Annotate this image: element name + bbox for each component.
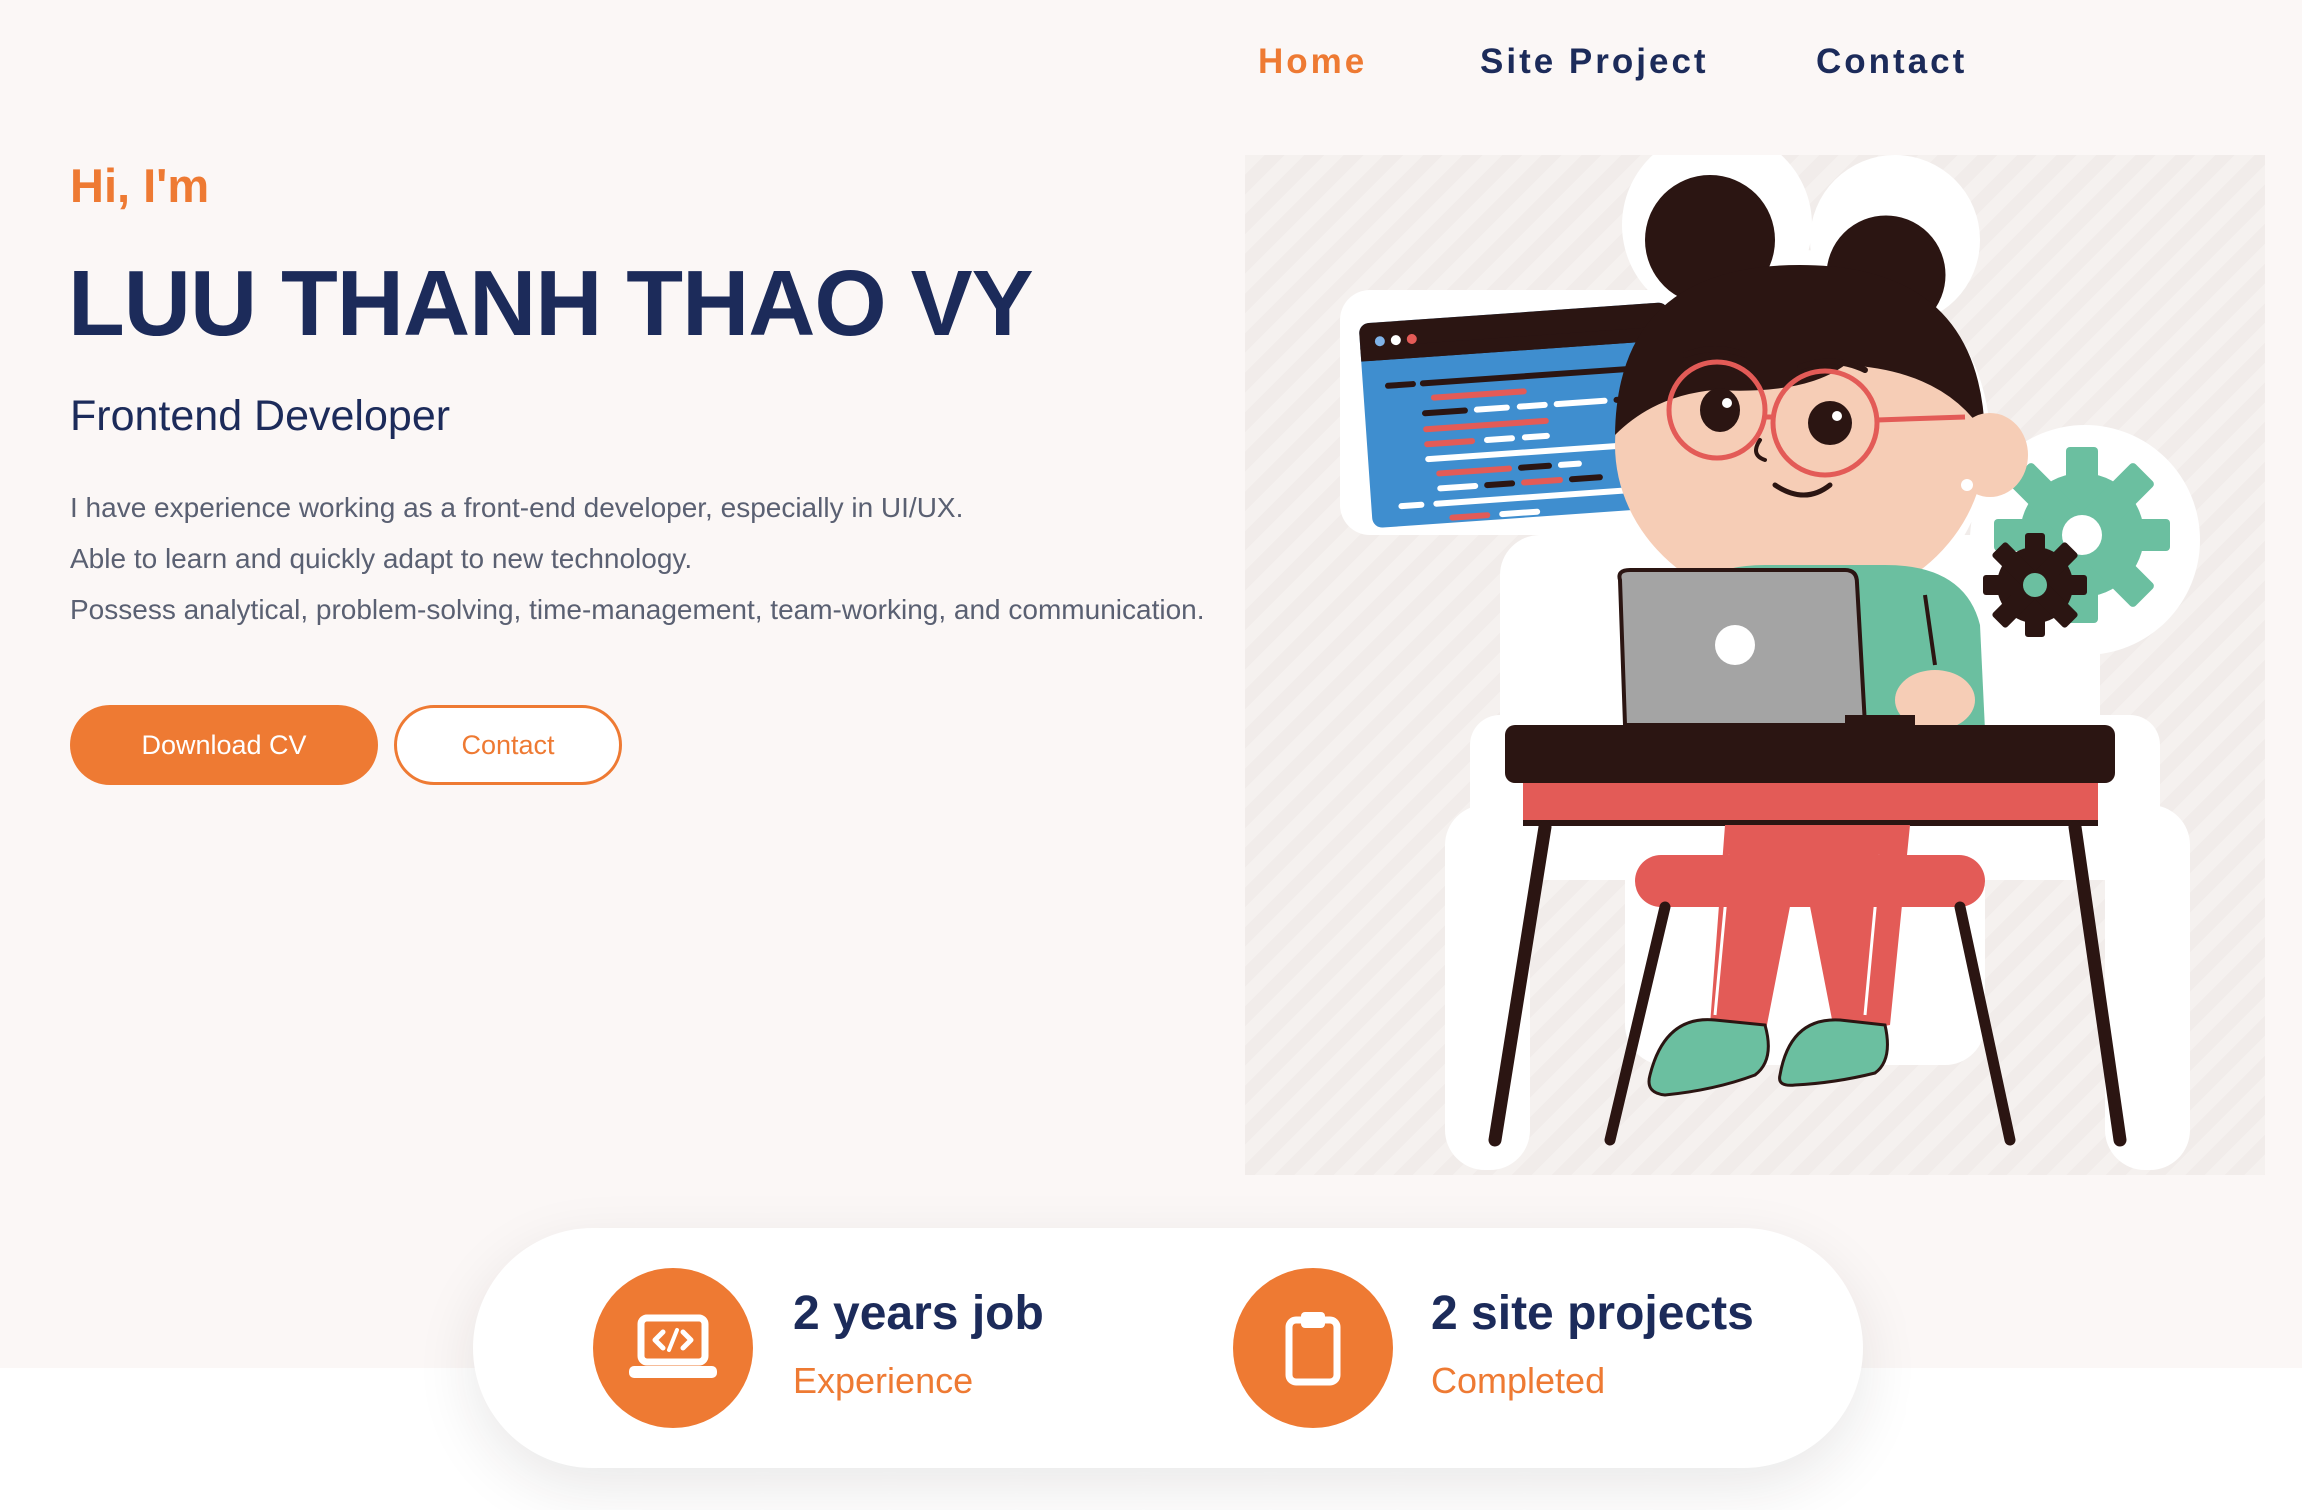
laptop-code-icon [593,1268,753,1428]
developer-illustration [1245,155,2265,1175]
stat-projects-label: Completed [1431,1360,1606,1401]
hero-greeting: Hi, I'm [70,159,210,212]
nav-contact-link[interactable]: Contact [1816,38,1967,86]
stat-experience-value: 2 years job [793,1287,1044,1340]
nav-home-link[interactable]: Home [1258,38,1367,86]
description-line: Possess analytical, problem-solving, tim… [70,594,1205,625]
small-gear-icon [1983,533,2087,637]
developer-girl-illustration [1340,155,2200,1170]
hero-name: LUU THANH THAO VY [68,251,1034,355]
hero-description: I have experience working as a front-end… [70,482,1270,635]
contact-button[interactable]: Contact [394,705,622,785]
description-line: I have experience working as a front-end… [70,492,964,523]
nav-site-project-link[interactable]: Site Project [1480,38,1709,86]
clipboard-icon [1233,1268,1393,1428]
stats-card: 2 years job Experience 2 site projects C… [473,1228,1863,1468]
portfolio-page: Home Site Project Contact Hi, I'm LUU TH… [0,0,2302,1510]
hero-role: Frontend Developer [70,392,451,440]
stat-projects-value: 2 site projects [1431,1287,1754,1340]
description-line: Able to learn and quickly adapt to new t… [70,543,693,574]
stat-experience-label: Experience [793,1360,974,1401]
download-cv-button[interactable]: Download CV [70,705,378,785]
